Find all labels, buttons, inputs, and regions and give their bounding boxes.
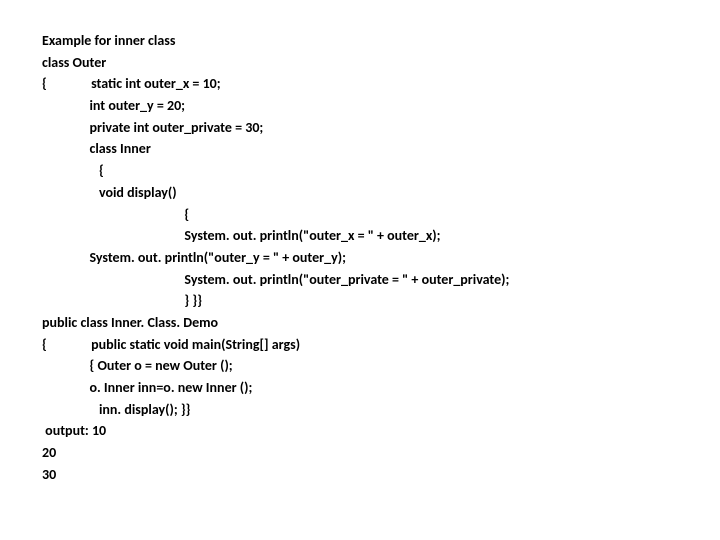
code-line: System. out. println("outer_private = " …	[42, 269, 720, 291]
code-line: inn. display(); }}	[42, 399, 720, 421]
code-slide: Example for inner classclass Outer{ stat…	[0, 0, 720, 485]
code-line: {	[42, 204, 720, 226]
code-line: public class Inner. Class. Demo	[42, 312, 720, 334]
code-line: int outer_y = 20;	[42, 95, 720, 117]
code-line: { public static void main(String[] args)	[42, 334, 720, 356]
code-line: { static int outer_x = 10;	[42, 73, 720, 95]
code-line: o. Inner inn=o. new Inner ();	[42, 377, 720, 399]
code-line: 30	[42, 464, 720, 486]
code-line: void display()	[42, 182, 720, 204]
code-line: System. out. println("outer_x = " + oute…	[42, 225, 720, 247]
code-line: {	[42, 160, 720, 182]
code-line: System. out. println("outer_y = " + oute…	[42, 247, 720, 269]
code-line: { Outer o = new Outer ();	[42, 355, 720, 377]
code-line: private int outer_private = 30;	[42, 117, 720, 139]
code-line: class Outer	[42, 52, 720, 74]
code-line: class Inner	[42, 138, 720, 160]
code-line: } }}	[42, 290, 720, 312]
code-line: Example for inner class	[42, 30, 720, 52]
code-line: output: 10	[42, 420, 720, 442]
code-line: 20	[42, 442, 720, 464]
